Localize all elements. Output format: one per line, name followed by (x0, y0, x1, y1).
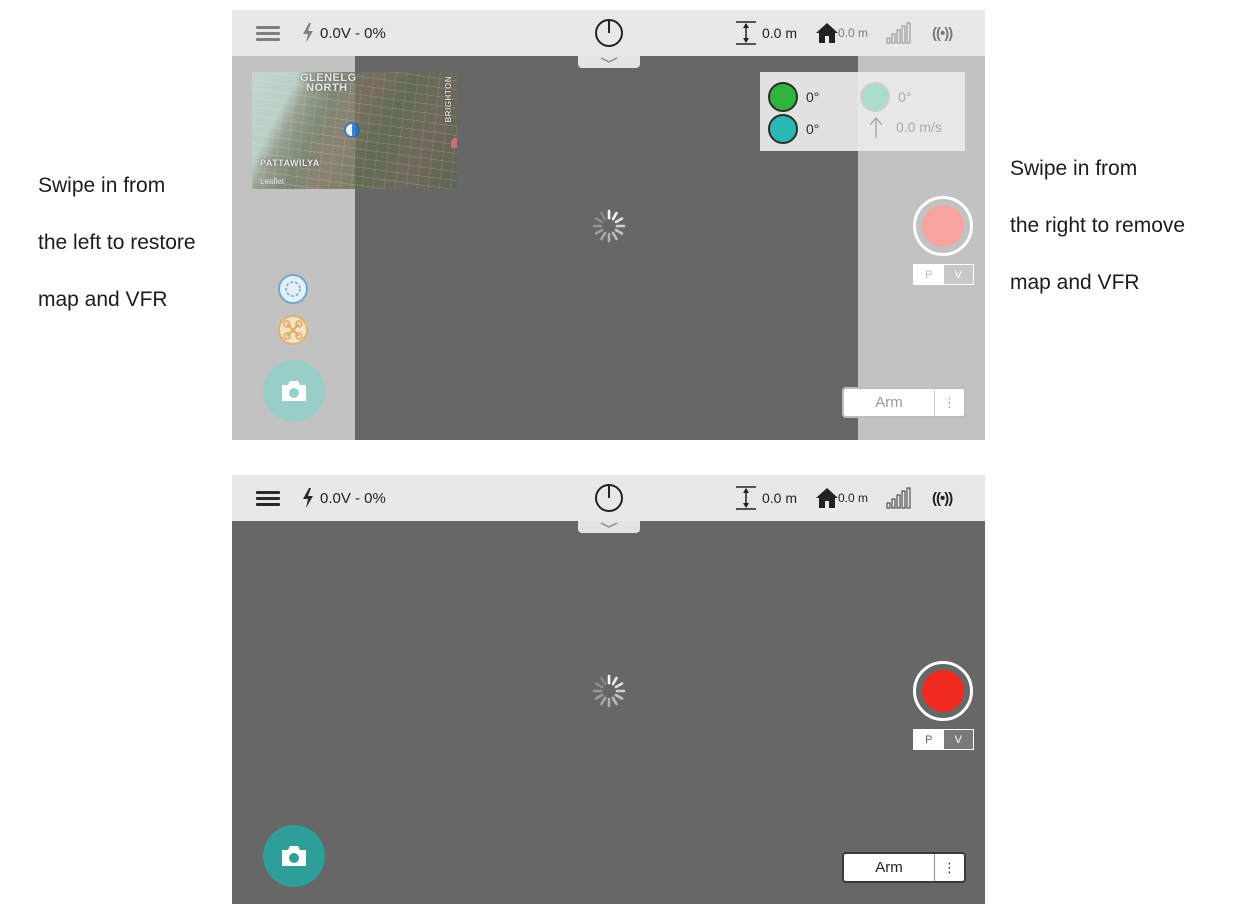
video-mode-option[interactable]: V (943, 730, 973, 749)
photo-video-toggle[interactable]: P V (913, 729, 974, 750)
photo-mode-option[interactable]: P (914, 730, 944, 749)
camera-icon (282, 381, 306, 401)
yaw-value: 0° (806, 89, 820, 105)
map-label: BRIGHTON (444, 76, 453, 123)
arm-button[interactable]: Arm (844, 394, 934, 411)
record-indicator (922, 205, 964, 247)
status-bar: 0.0V - 0% 0.0 m 0.0 m ((•)) (232, 10, 985, 56)
vfr-panel: 0° 0° 0° 0.0 m/s (760, 72, 965, 151)
pitch-value: 0° (898, 89, 912, 105)
roll-indicator: 0° (768, 114, 819, 144)
loading-spinner-icon (592, 674, 626, 708)
bolt-icon (302, 475, 314, 521)
rc-link-icon: ((•)) (932, 489, 953, 507)
altitude-value: 0.0 m (762, 25, 798, 41)
drone-heading-icon (768, 82, 798, 112)
home-icon (815, 475, 839, 521)
pull-down-tab[interactable] (578, 521, 640, 533)
altitude-icon (735, 475, 757, 521)
arrow-up-icon (869, 116, 883, 138)
horizon-icon (860, 82, 890, 112)
compass-icon[interactable] (593, 10, 625, 56)
menu-icon[interactable] (256, 475, 280, 521)
record-button[interactable] (913, 196, 973, 256)
signal-strength-icon (886, 475, 912, 521)
map-pin-icon (451, 138, 457, 148)
pull-down-tab[interactable] (578, 56, 640, 68)
camera-button[interactable] (263, 360, 325, 422)
rc-link-icon: ((•)) (932, 24, 953, 42)
arm-more-button[interactable]: ⋮ (934, 389, 964, 416)
app-screen-with-panels: 0.0V - 0% 0.0 m 0.0 m ((•)) GLENELG NORT… (232, 10, 985, 440)
compass-icon[interactable] (593, 475, 625, 521)
altitude-icon (735, 10, 757, 56)
caption-swipe-right: Swipe in from the right to remove map an… (1010, 140, 1185, 311)
caption-line: map and VFR (1010, 271, 1140, 294)
caption-line: the left to restore (38, 231, 196, 254)
caption-swipe-left: Swipe in from the left to restore map an… (38, 157, 196, 328)
record-button[interactable] (913, 661, 973, 721)
map-attribution[interactable]: Leaflet (260, 177, 284, 186)
app-screen-without-panels: 0.0V - 0% 0.0 m 0.0 m ((•)) P V Arm ⋮ (232, 475, 985, 904)
photo-video-toggle[interactable]: P V (913, 264, 974, 285)
gimbal-button[interactable] (278, 274, 308, 304)
vertical-speed-indicator: 0.0 m/s (868, 116, 942, 138)
signal-strength-icon (886, 10, 912, 56)
battery-status: 0.0V - 0% (320, 24, 386, 42)
camera-button[interactable] (263, 825, 325, 887)
home-distance: 0.0 m (838, 491, 869, 505)
video-mode-option[interactable]: V (943, 265, 973, 284)
arm-button[interactable]: Arm (844, 859, 934, 876)
arm-control: Arm ⋮ (842, 387, 966, 418)
map-label: NORTH (306, 82, 348, 94)
altitude-value: 0.0 m (762, 490, 798, 506)
caption-line: map and VFR (38, 288, 168, 311)
vertical-speed-value: 0.0 m/s (896, 119, 942, 135)
map-label: PATTAWILYA (260, 158, 320, 168)
menu-icon[interactable] (256, 10, 280, 56)
status-bar: 0.0V - 0% 0.0 m 0.0 m ((•)) (232, 475, 985, 521)
bolt-icon (302, 10, 314, 56)
camera-icon (282, 846, 306, 866)
record-indicator (922, 670, 964, 712)
arm-control: Arm ⋮ (842, 852, 966, 883)
caption-line: Swipe in from (38, 174, 166, 197)
caption-line: Swipe in from (1010, 157, 1138, 180)
roll-value: 0° (806, 121, 820, 137)
photo-mode-option[interactable]: P (914, 265, 944, 284)
mini-map[interactable]: GLENELG NORTH PATTAWILYA BRIGHTON Leafle… (252, 72, 457, 189)
arm-more-button[interactable]: ⋮ (934, 854, 964, 881)
home-icon (815, 10, 839, 56)
battery-status: 0.0V - 0% (320, 489, 386, 507)
pitch-indicator: 0° (860, 82, 911, 112)
attitude-roll-icon (768, 114, 798, 144)
yaw-indicator: 0° (768, 82, 819, 112)
home-distance: 0.0 m (838, 26, 869, 40)
caption-line: the right to remove (1010, 214, 1186, 237)
drone-mode-button[interactable] (278, 315, 308, 345)
drone-location-marker (344, 122, 360, 138)
loading-spinner-icon (592, 209, 626, 243)
